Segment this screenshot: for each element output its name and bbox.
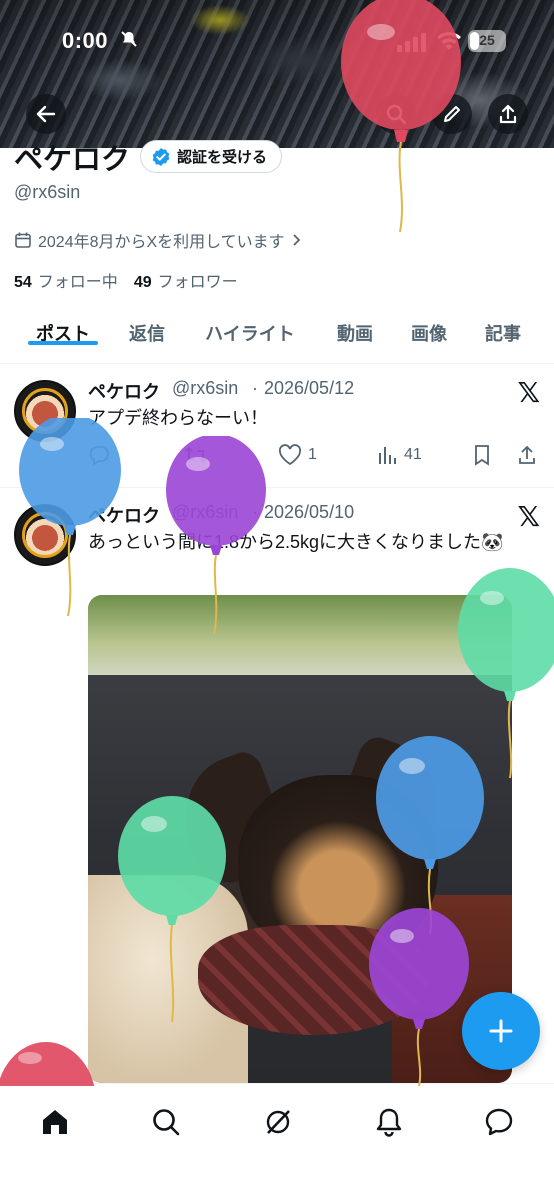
- following-count: 54: [14, 274, 32, 291]
- followers-label: フォロワー: [157, 274, 238, 291]
- plus-icon: [489, 1019, 513, 1043]
- share-profile-button[interactable]: [488, 94, 528, 134]
- chat-bubble-icon: [485, 1108, 513, 1136]
- post-author-name: ペケロク: [88, 506, 160, 526]
- post-author-name: ペケロク: [88, 382, 160, 402]
- compose-post-button[interactable]: [462, 992, 540, 1070]
- joined-date[interactable]: 2024年8月からXを利用しています: [14, 228, 303, 252]
- tab-videos[interactable]: 動画: [326, 306, 384, 346]
- like-count: 1: [308, 446, 317, 463]
- wifi-icon: [437, 32, 461, 50]
- back-arrow-icon: [36, 105, 56, 123]
- search-icon: [153, 1109, 180, 1136]
- bookmark-button[interactable]: [472, 444, 492, 466]
- post-item[interactable]: ペケロク @rx6sin · 2026/05/12 𝕏 アプデ終わらなーい！ 1…: [0, 364, 554, 488]
- following-label: フォロー中: [37, 274, 118, 291]
- cell-signal-icon: [397, 33, 426, 52]
- followers-link[interactable]: 49 フォロワー: [134, 268, 238, 292]
- get-verified-button[interactable]: 認証を受ける: [140, 140, 283, 173]
- nav-messages[interactable]: [479, 1102, 519, 1142]
- pencil-icon: [444, 106, 460, 122]
- grok-icon: [266, 1110, 290, 1134]
- profile-name: ペケロク: [14, 144, 131, 176]
- repost-icon: [185, 446, 207, 464]
- followers-count: 49: [133, 274, 152, 291]
- status-bar: 0:00 25: [0, 0, 554, 80]
- post-date: 2026/05/10: [264, 502, 355, 522]
- post-text: あっという間に1.8から2.5kgに大きくなりました🐼: [88, 532, 504, 552]
- get-verified-label: 認証を受ける: [177, 149, 268, 166]
- search-icon: [386, 104, 407, 125]
- avatar[interactable]: [14, 380, 76, 442]
- tab-highlights[interactable]: ハイライト: [192, 306, 308, 346]
- follow-stats: 54 フォロー中 49 フォロワー: [14, 268, 238, 292]
- joined-date-label: 2024年8月からXを利用しています: [38, 234, 285, 251]
- silent-mode-icon: [121, 31, 137, 47]
- search-button[interactable]: [376, 94, 416, 134]
- profile-handle: @rx6sin: [14, 182, 81, 202]
- views-button[interactable]: 41: [376, 444, 422, 466]
- battery-icon: 25: [468, 30, 506, 52]
- nav-grok[interactable]: [258, 1102, 298, 1142]
- share-post-button[interactable]: [516, 444, 538, 466]
- status-time: 0:00: [62, 28, 109, 53]
- tab-replies[interactable]: 返信: [118, 306, 176, 346]
- like-button[interactable]: 1: [278, 444, 317, 466]
- home-icon: [43, 1110, 67, 1134]
- nav-home[interactable]: [35, 1102, 75, 1142]
- back-button[interactable]: [26, 94, 66, 134]
- share-icon: [519, 445, 535, 464]
- edit-button[interactable]: [432, 94, 472, 134]
- heart-icon: [278, 444, 302, 466]
- view-count: 41: [404, 446, 422, 463]
- nav-search[interactable]: [146, 1102, 186, 1142]
- post-separator: ·: [252, 378, 258, 398]
- post-date: 2026/05/12: [264, 378, 355, 398]
- battery-level: 25: [479, 32, 495, 48]
- bottom-navigation: [0, 1083, 554, 1200]
- share-icon: [499, 104, 517, 124]
- tab-articles[interactable]: 記事: [474, 306, 532, 346]
- post-author-handle: @rx6sin: [172, 502, 239, 522]
- tab-posts[interactable]: ポスト: [16, 306, 110, 346]
- post-separator: ·: [252, 502, 258, 522]
- profile-tabs: ポスト 返信 ハイライト 動画 画像 記事: [0, 306, 554, 364]
- reply-icon: [89, 446, 109, 466]
- reply-button[interactable]: [88, 444, 110, 466]
- post-photo[interactable]: [88, 595, 512, 1083]
- post-text: アプデ終わらなーい！: [88, 408, 268, 428]
- verified-badge-icon: [152, 147, 170, 166]
- repost-button[interactable]: [184, 444, 208, 466]
- calendar-icon: [15, 232, 31, 248]
- post-author-handle: @rx6sin: [172, 378, 239, 398]
- nav-notifications[interactable]: [369, 1102, 409, 1142]
- tab-images[interactable]: 画像: [400, 306, 458, 346]
- views-icon: [379, 447, 396, 464]
- bookmark-icon: [475, 445, 489, 466]
- bell-icon: [376, 1108, 402, 1137]
- chevron-right-icon: [293, 234, 300, 246]
- avatar[interactable]: [14, 504, 76, 566]
- following-link[interactable]: 54 フォロー中: [14, 268, 118, 292]
